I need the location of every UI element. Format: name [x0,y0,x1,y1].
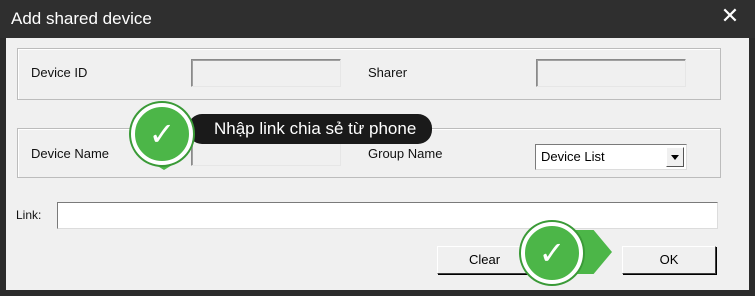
group-select[interactable]: Device List [535,144,687,170]
device-id-field[interactable] [191,59,341,87]
device-id-label: Device ID [31,65,88,80]
instruction-tooltip: Nhập link chia sẻ từ phone [188,114,433,144]
window-title: Add shared device [11,9,152,28]
check-mark: ✓ [538,235,566,271]
close-icon[interactable]: ✕ [719,4,741,28]
title-bar: Add shared device ✕ [0,0,755,38]
group-select-value: Device List [541,149,605,164]
ok-button[interactable]: OK [622,246,716,274]
link-label: Link: [16,208,42,222]
sharer-label: Sharer [368,65,408,80]
link-input[interactable] [57,202,718,229]
group-name-label: Group Name [368,146,443,161]
check-mark: ✓ [148,116,176,152]
clear-button[interactable]: Clear [437,246,532,274]
dialog-body: Device ID Sharer Device Name Group Name … [6,38,749,290]
chevron-down-icon[interactable] [666,147,684,167]
check-icon: ✓ [521,222,583,284]
device-name-label: Device Name [31,146,110,161]
check-icon: ✓ [131,103,193,165]
sharer-field[interactable] [536,59,686,87]
